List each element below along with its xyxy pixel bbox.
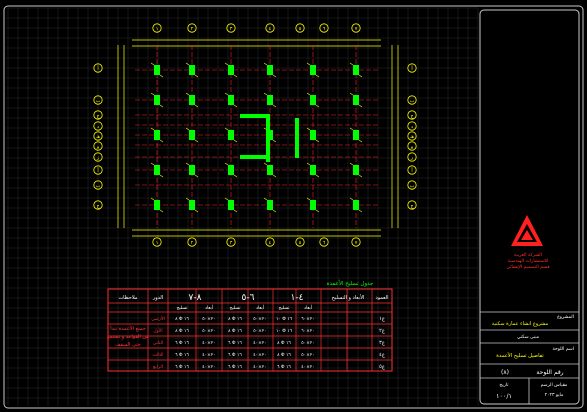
schedule-row-4-c1: ٨ Φ ١٦ [277, 352, 291, 358]
cad-drawing-canvas: ١ ٢ ٣ ٤ ٥ ٦ ٧١ ٢ ٣ ٤ ٥ ٦ ٧أ أب بج جد دهـ هـو وز زأ أب بج ج جدو… [0, 0, 587, 412]
schedule-row-5-c2: ٢٠×٤٠ [301, 364, 314, 370]
schedule-subheader-4: أبعاد [256, 304, 264, 311]
schedule-header-group-c: ٤-١ [291, 293, 304, 303]
schedule-header-col: العمود [375, 295, 388, 301]
schedule-row-4-a2: ٢٠×٤٠ [202, 352, 215, 358]
axis-bubble-bottom-4-label: ٤ [269, 241, 272, 246]
axis-bubble-top-3-label: ٣ [230, 26, 233, 32]
schedule-row-1-a2: ٢٠×٥٠ [202, 316, 215, 322]
schedule-header-group-b: ٦-٥ [242, 293, 255, 303]
schedule-notes-text-2: من القواعد و تستمر [106, 334, 149, 340]
schedule-row-3-col: ع٣ [379, 340, 385, 346]
schedule-row-3-a2: ٢٠×٤٠ [202, 340, 215, 346]
schedule-header-floor: الدور [152, 295, 163, 301]
sheet-label: رقم اللوحة [536, 369, 563, 376]
schedule-row-2-col: ع٢ [379, 328, 385, 334]
schedule-row-5-a1: ٦ Φ ١٦ [175, 364, 189, 370]
schedule-row-5-b1: ٦ Φ ١٦ [228, 364, 242, 370]
schedule-row-3-floor: الثاني [153, 341, 163, 346]
date-label: تاريخ [499, 383, 509, 388]
schedule-row-5-a2: ٢٠×٤٠ [202, 364, 215, 370]
schedule-row-2-floor: الأول [153, 327, 162, 334]
schedule-subheader-3: تسليح [229, 306, 241, 311]
axis-bubble-left-2-label: ب [96, 99, 101, 104]
axis-bubble-bottom-3-label: ٣ [230, 240, 233, 246]
schedule-row-2-b1: ٨ Φ ١٦ [228, 328, 242, 334]
schedule-row-1-c1: ١٠ Φ ١٦ [276, 316, 293, 322]
schedule-row-4-col: ع٤ [379, 352, 385, 358]
owner-name: مبنى سكني [517, 334, 540, 340]
axis-bubble-right-2-label: ب [410, 99, 415, 104]
schedule-row-5-c1: ٦ Φ ١٦ [277, 364, 291, 370]
schedule-row-4-b1: ٦ Φ ١٦ [228, 352, 242, 358]
schedule-row-1-b1: ٨ Φ ١٦ [228, 316, 242, 322]
axis-bubble-left-9-label: ب [96, 184, 101, 189]
axis-bubble-top-5-label: ٥ [299, 27, 302, 32]
axis-bubble-top-7-label: ٧ [355, 27, 358, 32]
schedule-row-5-col: ع٥ [379, 364, 385, 370]
schedule-row-1-floor: الأرضي [151, 315, 165, 322]
axis-bubble-left-5-label: هـ [95, 135, 100, 140]
schedule-row-2-b2: ٢٠×٥٠ [253, 328, 266, 334]
scale-label: مقياس الرسم [541, 383, 568, 388]
schedule-row-4-c2: ٢٠×٥٠ [301, 352, 314, 358]
schedule-row-1-b2: ٢٠×٥٠ [253, 316, 266, 322]
axis-bubble-top-1-label: ١ [156, 27, 159, 32]
schedule-row-4-a1: ٦ Φ ١٦ [175, 352, 189, 358]
axis-bubble-bottom-5-label: ٥ [299, 241, 302, 246]
axis-bubble-bottom-6-label: ٦ [323, 241, 326, 246]
schedule-row-3-c2: ٢٠×٥٠ [301, 340, 314, 346]
schedule-row-1-a1: ٨ Φ ١٦ [175, 316, 189, 322]
axis-bubble-top-2-label: ٢ [191, 26, 194, 32]
schedule-row-1-c2: ٢٠×٦٠ [301, 316, 314, 322]
axis-bubble-left-4-label: د [97, 125, 99, 130]
schedule-row-3-b2: ٢٠×٤٠ [253, 340, 266, 346]
schedule-subheader-1: تسليح [176, 306, 188, 311]
axis-bubble-right-5-label: هـ [409, 135, 414, 140]
org-line-2: للاستشارات الهندسية [508, 259, 548, 264]
schedule-row-1-col: ع١ [379, 316, 385, 322]
schedule-row-3-a1: ٦ Φ ١٦ [175, 340, 189, 346]
schedule-header-notes: ملاحظات [118, 295, 137, 301]
schedule-row-2-a1: ٨ Φ ١٦ [175, 328, 189, 334]
schedule-notes-text-3: حتى السقف [115, 342, 140, 348]
schedule-notes-text: جميع الأعمدة تبدأ [110, 325, 146, 332]
schedule-row-2-a2: ٢٠×٥٠ [202, 328, 215, 334]
schedule-subheader-5: تسليح [278, 306, 290, 311]
axis-bubble-bottom-7-label: ٧ [355, 241, 358, 246]
axis-bubble-right-4-label: د [411, 125, 413, 130]
scale-value: ١٠٠/١ [496, 392, 512, 400]
schedule-header-dims: الأبعاد و التسليح [332, 294, 365, 301]
schedule-row-3-b1: ٦ Φ ١٦ [228, 340, 242, 346]
project-name: مشروع انشاء عمارة سكنية [492, 321, 549, 327]
sheet-number: (٨) [501, 369, 509, 376]
schedule-row-3-c1: ٨ Φ ١٦ [277, 340, 291, 346]
project-label: المشروع [557, 315, 574, 320]
schedule-subheader-6: أبعاد [304, 304, 312, 311]
org-line-3: قسم التصميم الإنشائي [506, 265, 549, 270]
axis-bubble-top-4-label: ٤ [269, 27, 272, 32]
schedule-title: جدول تسليح الأعمدة [327, 279, 374, 287]
schedule-header-group-a: ٨-٧ [189, 293, 202, 303]
schedule-row-4-floor: الثالث [152, 353, 163, 358]
axis-bubble-bottom-1-label: ١ [156, 241, 159, 246]
schedule-row-2-c2: ٢٠×٦٠ [301, 328, 314, 334]
axis-bubble-left-6-label: و [96, 145, 99, 150]
axis-bubble-bottom-2-label: ٢ [191, 240, 194, 246]
date-value: مايو ٢٠٢٣ [545, 392, 564, 398]
org-line-1: الشركة العربية [514, 252, 542, 258]
axis-bubble-right-6-label: و [410, 145, 413, 150]
schedule-subheader-2: أبعاد [205, 304, 213, 311]
schedule-row-4-b2: ٢٠×٤٠ [253, 352, 266, 358]
axis-bubble-top-6-label: ٦ [323, 27, 326, 32]
axis-bubble-right-9-label: ب [410, 184, 415, 189]
schedule-row-5-floor: الرابع [153, 365, 163, 370]
drawing-label: اسم اللوحة [552, 347, 574, 352]
schedule-row-2-c1: ١٠ Φ ١٦ [276, 328, 293, 334]
drawing-name: تفاصيل تسليح الأعمدة [496, 352, 544, 359]
schedule-row-5-b2: ٢٠×٤٠ [253, 364, 266, 370]
